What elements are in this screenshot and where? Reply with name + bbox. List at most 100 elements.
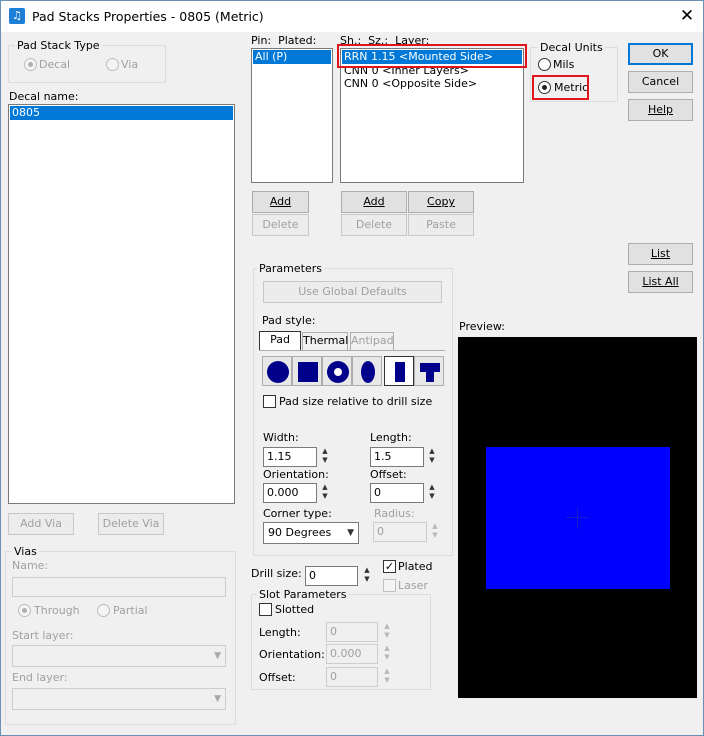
slot-length-field[interactable]: 0: [326, 622, 378, 642]
mils-radio[interactable]: [538, 58, 551, 71]
slotted-label: Slotted: [275, 603, 315, 616]
width-label: Width:: [263, 431, 299, 444]
tab-thermal[interactable]: Thermal: [302, 332, 348, 350]
offset-spinner-icon[interactable]: ▲ ▼: [427, 483, 437, 503]
decal-radio[interactable]: [24, 58, 37, 71]
slot-length-spinner-icon[interactable]: ▲ ▼: [382, 622, 392, 642]
radius-field[interactable]: 0: [373, 522, 427, 542]
pad-stack-type-label: Pad Stack Type: [15, 39, 102, 52]
help-button[interactable]: Help: [628, 99, 693, 121]
drill-size-label: Drill size:: [251, 567, 302, 580]
length-field[interactable]: 1.5: [370, 447, 424, 467]
decal-radio-label: Decal: [39, 58, 71, 71]
annular-pad-button[interactable]: [322, 356, 352, 386]
slot-offset-field[interactable]: 0: [326, 667, 378, 687]
help-label: Help: [647, 103, 674, 116]
length-label: Length:: [370, 431, 412, 444]
pin-item[interactable]: All (P): [253, 50, 331, 64]
rectangle-pad-icon: [395, 362, 405, 382]
via-name-label: Name:: [12, 559, 49, 572]
add-via-button[interactable]: Add Via: [8, 513, 74, 535]
tab-antipad[interactable]: Antipad: [350, 332, 394, 350]
corner-type-select[interactable]: 90 Degrees ▼: [263, 522, 359, 544]
chevron-down-icon: ▼: [214, 651, 221, 661]
tab-pad[interactable]: Pad: [259, 331, 301, 350]
radius-label: Radius:: [374, 507, 415, 520]
square-pad-icon: [298, 362, 318, 382]
highlight-metric: [532, 75, 589, 100]
ok-button[interactable]: OK: [628, 43, 693, 65]
vias-label: Vias: [12, 545, 39, 558]
pin-list[interactable]: All (P): [251, 48, 333, 183]
round-pad-icon: [267, 361, 289, 383]
decal-name-label: Decal name:: [9, 90, 79, 103]
plated-checkbox[interactable]: ✓: [383, 560, 396, 573]
highlight-layer-row: [337, 44, 527, 68]
drill-spinner-icon[interactable]: ▲ ▼: [362, 566, 372, 586]
layer-item-opposite[interactable]: CNN 0 <Opposite Side>: [341, 77, 523, 90]
corner-type-label: Corner type:: [263, 507, 332, 520]
delete-via-button[interactable]: Delete Via: [98, 513, 164, 535]
title-bar: ♫ Pad Stacks Properties - 0805 (Metric) …: [1, 1, 703, 32]
custom-pad-button[interactable]: [414, 356, 444, 386]
layer-add-button[interactable]: Add: [341, 191, 407, 213]
list-label: List: [650, 247, 671, 260]
via-radio-label: Via: [121, 58, 139, 71]
oval-pad-icon: [361, 361, 375, 383]
slot-offset-spinner-icon[interactable]: ▲ ▼: [382, 667, 392, 687]
pin-list-header: Pin: Plated:: [251, 34, 317, 47]
pin-add-label: Add: [269, 195, 292, 208]
offset-label: Offset:: [370, 468, 407, 481]
decal-name-list[interactable]: 0805: [8, 104, 235, 504]
layer-copy-label: Copy: [427, 195, 455, 208]
pin-delete-button[interactable]: Delete: [252, 214, 309, 236]
partial-radio[interactable]: [97, 604, 110, 617]
width-spinner-icon[interactable]: ▲ ▼: [320, 447, 330, 467]
via-name-field[interactable]: [12, 577, 226, 597]
slotted-checkbox[interactable]: [259, 603, 272, 616]
drill-size-field[interactable]: 0: [305, 566, 358, 586]
preview-label: Preview:: [459, 320, 505, 333]
slot-orientation-field[interactable]: 0.000: [326, 644, 378, 664]
decal-name-item[interactable]: 0805: [10, 106, 233, 120]
orientation-label: Orientation:: [263, 468, 329, 481]
layer-paste-button[interactable]: Paste: [408, 214, 474, 236]
chevron-down-icon: ▼: [347, 528, 354, 538]
orientation-spinner-icon[interactable]: ▲ ▼: [320, 483, 330, 503]
via-radio[interactable]: [106, 58, 119, 71]
partial-radio-label: Partial: [113, 604, 148, 617]
cancel-button[interactable]: Cancel: [628, 71, 693, 93]
layer-list[interactable]: RRN 1.15 <Mounted Side> CNN 0 <Inner Lay…: [340, 48, 524, 183]
through-radio[interactable]: [18, 604, 31, 617]
width-field[interactable]: 1.15: [263, 447, 317, 467]
radius-spinner-icon[interactable]: ▲ ▼: [430, 522, 440, 542]
layer-delete-button[interactable]: Delete: [341, 214, 407, 236]
length-spinner-icon[interactable]: ▲ ▼: [427, 447, 437, 467]
slot-orientation-spinner-icon[interactable]: ▲ ▼: [382, 644, 392, 664]
pad-size-relative-checkbox[interactable]: [263, 395, 276, 408]
list-all-label: List All: [642, 275, 679, 288]
list-button[interactable]: List: [628, 243, 693, 265]
preview-pad: [486, 447, 670, 589]
parameters-label: Parameters: [257, 262, 324, 275]
mils-radio-label: Mils: [553, 58, 575, 71]
round-pad-button[interactable]: [262, 356, 292, 386]
slot-length-label: Length:: [259, 626, 301, 639]
rectangle-pad-button[interactable]: [384, 356, 414, 386]
offset-field[interactable]: 0: [370, 483, 424, 503]
orientation-field[interactable]: 0.000: [263, 483, 317, 503]
close-icon[interactable]: ✕: [673, 3, 701, 29]
list-all-button[interactable]: List All: [628, 271, 693, 293]
start-layer-label: Start layer:: [12, 629, 74, 642]
laser-checkbox[interactable]: [383, 579, 396, 592]
pin-add-button[interactable]: Add: [252, 191, 309, 213]
start-layer-select[interactable]: ▼: [12, 645, 226, 667]
end-layer-select[interactable]: ▼: [12, 688, 226, 710]
layer-copy-button[interactable]: Copy: [408, 191, 474, 213]
through-radio-label: Through: [34, 604, 80, 617]
window-title: Pad Stacks Properties - 0805 (Metric): [32, 9, 264, 24]
use-global-defaults-button[interactable]: Use Global Defaults: [263, 281, 442, 303]
square-pad-button[interactable]: [292, 356, 322, 386]
laser-label: Laser: [398, 579, 428, 592]
oval-pad-button[interactable]: [352, 356, 382, 386]
